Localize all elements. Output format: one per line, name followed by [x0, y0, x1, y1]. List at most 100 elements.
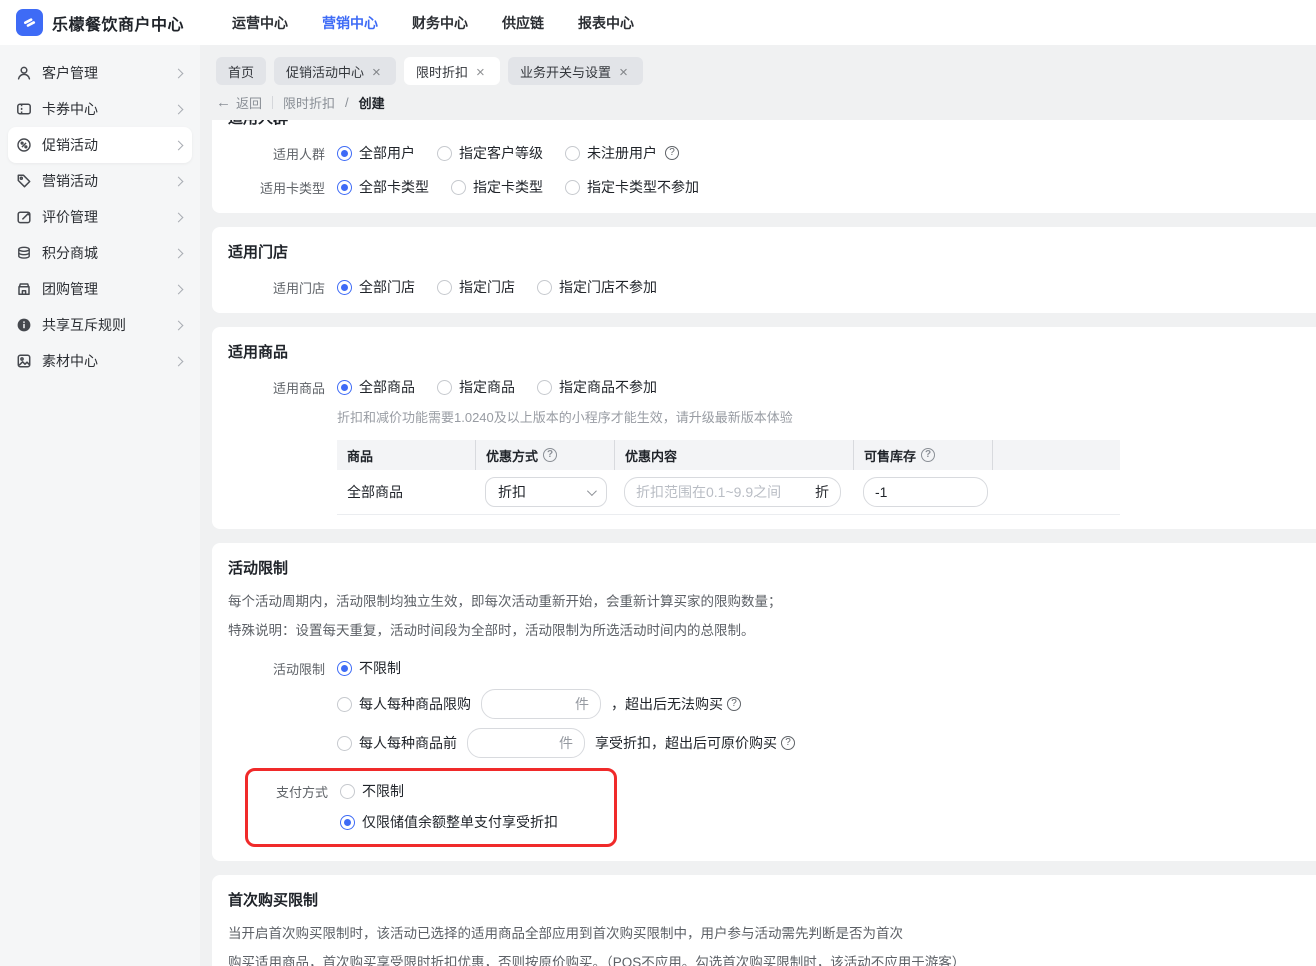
- close-tab-icon[interactable]: [619, 65, 631, 77]
- back-button[interactable]: ← 返回: [216, 93, 262, 112]
- radio-specified-stores[interactable]: 指定门店: [437, 277, 515, 297]
- limit-quantity-input[interactable]: [493, 696, 569, 712]
- radio-products-excluded[interactable]: 指定商品不参加: [537, 377, 657, 397]
- tab-strip: 首页 促销活动中心 限时折扣 业务开关与设置: [200, 45, 1316, 120]
- sidebar-item-points-mall[interactable]: 积分商城: [8, 235, 192, 271]
- nav-reports[interactable]: 报表中心: [578, 13, 634, 33]
- rules-icon: [16, 317, 32, 333]
- radio-all-users[interactable]: 全部用户: [337, 143, 415, 163]
- radio-stores-excluded[interactable]: 指定门店不参加: [537, 277, 657, 297]
- sidebar-item-shared-rules[interactable]: 共享互斥规则: [8, 307, 192, 343]
- radio-specified-products[interactable]: 指定商品: [437, 377, 515, 397]
- points-icon: [16, 245, 32, 261]
- section-heading: 首次购买限制: [228, 892, 319, 909]
- help-icon[interactable]: [781, 736, 795, 750]
- field-label: 适用商品: [272, 380, 325, 396]
- chevron-right-icon: [173, 356, 184, 366]
- radio-icon: [337, 660, 352, 676]
- main-area: 首页 促销活动中心 限时折扣 业务开关与设置: [200, 45, 1316, 966]
- tab-business-settings[interactable]: 业务开关与设置: [508, 57, 644, 85]
- section-heading: 适用门店: [228, 244, 289, 261]
- radio-icon: [340, 814, 355, 830]
- sidebar-item-promotions[interactable]: 促销活动: [8, 127, 192, 163]
- app-window: 乐檬餐饮商户中心 运营中心 营销中心 财务中心 供应链 报表中心 客户管理 卡券…: [0, 0, 1316, 966]
- first-n-quantity-input[interactable]: [479, 735, 553, 751]
- radio-icon: [437, 279, 452, 295]
- help-icon[interactable]: [665, 146, 679, 160]
- limits-desc-line1: 每个活动周期内，活动限制均独立生效，即每次活动重新开始，会重新计算买家的限购数量…: [228, 594, 782, 609]
- sidebar-item-assets[interactable]: 素材中心: [8, 343, 192, 379]
- radio-all-card-types[interactable]: 全部卡类型: [337, 177, 429, 197]
- review-icon: [16, 209, 32, 225]
- tab-promotion-center[interactable]: 促销活动中心: [274, 57, 397, 85]
- sidebar: 客户管理 卡券中心 促销活动 营销活动 评价管理 积分商城 团购管理 共享互斥规…: [0, 45, 200, 966]
- radio-specified-customer-level[interactable]: 指定客户等级: [437, 143, 543, 163]
- discount-method-select[interactable]: 折扣: [485, 477, 607, 507]
- table-header-row: 商品 优惠方式 优惠内容 可售库存: [337, 440, 1120, 470]
- tag-icon: [16, 173, 32, 189]
- radio-payment-no-limit[interactable]: 不限制: [340, 781, 404, 801]
- field-label: 支付方式: [275, 784, 328, 800]
- help-icon[interactable]: [543, 448, 558, 462]
- chevron-right-icon: [173, 176, 184, 186]
- radio-first-n-discount[interactable]: 每人每种商品前: [337, 733, 457, 753]
- first-purchase-desc-line1: 当开启首次购买限制时，该活动已选择的适用商品全部应用到首次购买限制中，用户参与活…: [228, 926, 903, 941]
- nav-supply-chain[interactable]: 供应链: [502, 13, 544, 33]
- form-content: 适用人群 适用人群 全部用户 指定客户等级: [200, 120, 1316, 966]
- chevron-right-icon: [173, 284, 184, 294]
- back-arrow-icon: ←: [216, 94, 231, 111]
- field-label: 适用门店: [272, 280, 325, 296]
- chevron-right-icon: [173, 140, 184, 150]
- brand-logo-icon: [16, 9, 43, 36]
- breadcrumb-parent[interactable]: 限时折扣: [283, 93, 335, 112]
- top-bar: 乐檬餐饮商户中心 运营中心 营销中心 财务中心 供应链 报表中心: [0, 0, 1316, 45]
- brand-title: 乐檬餐饮商户中心: [52, 16, 185, 34]
- col-discount-content: 优惠内容: [614, 440, 853, 470]
- sidebar-item-group-buy[interactable]: 团购管理: [8, 271, 192, 307]
- unit-suffix: 件: [575, 696, 589, 712]
- nav-operations[interactable]: 运营中心: [232, 13, 288, 33]
- discount-content-input[interactable]: [636, 484, 809, 500]
- nav-marketing[interactable]: 营销中心: [322, 13, 378, 33]
- tab-home[interactable]: 首页: [216, 57, 267, 85]
- radio-icon: [337, 379, 352, 395]
- chevron-right-icon: [173, 212, 184, 222]
- radio-unregistered-users[interactable]: 未注册用户: [565, 143, 679, 163]
- close-tab-icon[interactable]: [372, 65, 384, 77]
- limits-desc-line2: 特殊说明：设置每天重复，活动时间段为全部时，活动限制为所选活动时间内的总限制。: [228, 623, 755, 638]
- nav-finance[interactable]: 财务中心: [412, 13, 468, 33]
- radio-specified-card-types[interactable]: 指定卡类型: [451, 177, 543, 197]
- unit-suffix: 折: [815, 484, 829, 500]
- field-label: 活动限制: [272, 661, 325, 677]
- sidebar-item-cards[interactable]: 卡券中心: [8, 91, 192, 127]
- sidebar-item-reviews[interactable]: 评价管理: [8, 199, 192, 235]
- stock-field: [863, 477, 988, 507]
- unit-suffix: 件: [559, 735, 573, 751]
- radio-limit-per-person[interactable]: 每人每种商品限购: [337, 694, 471, 714]
- asset-icon: [16, 353, 32, 369]
- radio-all-products[interactable]: 全部商品: [337, 377, 415, 397]
- col-discount-method: 优惠方式: [475, 440, 614, 470]
- radio-all-stores[interactable]: 全部门店: [337, 277, 415, 297]
- chevron-right-icon: [173, 248, 184, 258]
- radio-icon: [437, 379, 452, 395]
- radio-icon: [337, 735, 352, 751]
- help-icon[interactable]: [921, 448, 936, 462]
- help-icon[interactable]: [727, 697, 741, 711]
- sidebar-item-marketing-activities[interactable]: 营销活动: [8, 163, 192, 199]
- radio-icon: [565, 179, 580, 195]
- section-heading: 适用人群: [228, 120, 1310, 128]
- section-activity-limits: 活动限制 每个活动周期内，活动限制均独立生效，即每次活动重新开始，会重新计算买家…: [212, 543, 1316, 861]
- radio-icon: [565, 145, 580, 161]
- limit-after-text: ，超出后无法购买: [611, 696, 723, 712]
- first-n-quantity-field: 件: [467, 728, 585, 758]
- radio-payment-stored-value-only[interactable]: 仅限储值余额整单支付享受折扣: [340, 812, 558, 832]
- radio-no-limit[interactable]: 不限制: [337, 658, 401, 678]
- close-tab-icon[interactable]: [476, 65, 488, 77]
- stock-input[interactable]: [875, 484, 976, 500]
- user-icon: [16, 65, 32, 81]
- radio-card-types-excluded[interactable]: 指定卡类型不参加: [565, 177, 699, 197]
- tab-flash-discount[interactable]: 限时折扣: [404, 57, 501, 85]
- version-hint-text: 折扣和减价功能需要1.0240及以上版本的小程序才能生效，请升级最新版本体验: [337, 410, 793, 425]
- sidebar-item-customers[interactable]: 客户管理: [8, 55, 192, 91]
